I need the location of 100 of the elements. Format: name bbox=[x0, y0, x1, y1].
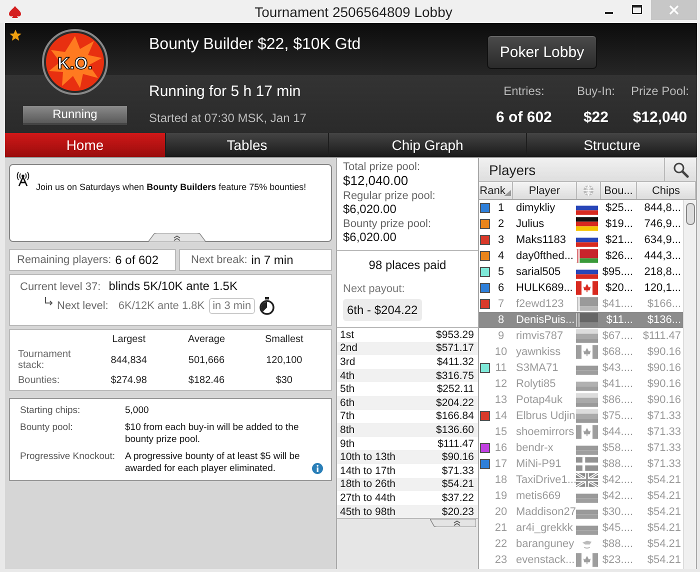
chips-cell-text: 444,3... bbox=[643, 250, 682, 262]
return-arrow-icon bbox=[44, 297, 54, 307]
flag-icon bbox=[576, 473, 598, 487]
detail-label: Progressive Knockout: bbox=[20, 451, 116, 464]
row-label: Tournament stack: bbox=[18, 349, 72, 371]
level-blinds: blinds 5K/10K ante 1.5K bbox=[108, 279, 238, 293]
tournament-title: Bounty Builder $22, $10K Gtd bbox=[148, 35, 362, 55]
place-cell: 2nd bbox=[340, 342, 358, 354]
column-header[interactable]: Player bbox=[513, 182, 577, 199]
place-cell: 5th bbox=[340, 383, 355, 396]
selected-row[interactable]: 8 DenisPuis... $11... $136... bbox=[479, 312, 683, 328]
player-name[interactable]: Julius bbox=[511, 218, 575, 230]
rank-cell-text: 15 bbox=[494, 426, 508, 438]
tab[interactable]: Chip Graph bbox=[329, 133, 526, 157]
rank-cell-text: 9 bbox=[496, 330, 506, 342]
rank-cell-text: 12 bbox=[494, 378, 508, 390]
player-name[interactable]: bendr-x bbox=[511, 442, 575, 454]
player-name[interactable]: Maddison27 bbox=[511, 506, 575, 518]
amount-cell: $571.17 bbox=[436, 342, 474, 354]
star-icon[interactable] bbox=[9, 29, 22, 42]
chips-cell-text: $54.21 bbox=[646, 538, 682, 550]
rank-cell-text: 16 bbox=[494, 442, 508, 454]
player-name[interactable]: S3MA71 bbox=[511, 362, 575, 374]
rank-cell-text: 19 bbox=[494, 490, 508, 502]
player-name[interactable]: day0fthed... bbox=[511, 250, 575, 262]
chips-cell-text: 120,1... bbox=[643, 282, 682, 294]
rank-cell-text: 18 bbox=[494, 474, 508, 486]
player-name[interactable]: DenisPuis... bbox=[511, 314, 575, 326]
scrollbar[interactable] bbox=[683, 200, 696, 569]
rank-cell-text: 4 bbox=[496, 250, 506, 262]
detail-label: Bounty pool: bbox=[20, 422, 74, 435]
collapse-tab[interactable] bbox=[430, 519, 476, 528]
scroll-thumb[interactable] bbox=[686, 203, 695, 225]
chips-cell-text: $90.16 bbox=[646, 378, 682, 390]
tab[interactable]: Tables bbox=[166, 133, 328, 157]
player-name[interactable]: rimvis787 bbox=[511, 330, 575, 342]
player-name[interactable]: Potap4uk bbox=[511, 394, 575, 406]
column-header[interactable]: Rank bbox=[479, 182, 513, 199]
chips-cell-text: $90.16 bbox=[646, 362, 682, 374]
column-header[interactable]: Bou... bbox=[601, 182, 637, 199]
place-cell: 4th bbox=[340, 370, 355, 382]
collapse-tab[interactable] bbox=[148, 233, 206, 242]
tab[interactable]: Structure bbox=[527, 133, 697, 157]
amount-cell: $111.47 bbox=[438, 438, 474, 450]
next-level-blinds: 6K/12K ante 1.8K bbox=[118, 300, 205, 312]
spade-icon bbox=[8, 4, 22, 18]
stat-label: Buy-In: bbox=[576, 84, 616, 98]
amount-cell: $90.16 bbox=[442, 451, 474, 464]
places-paid: 98 places paid bbox=[368, 258, 448, 272]
player-name[interactable]: MiNi-P91 bbox=[511, 458, 575, 470]
info-value: in 7 min bbox=[251, 253, 294, 267]
bounty-cell-text: $26... bbox=[604, 250, 634, 262]
place-cell: 1st bbox=[340, 328, 354, 341]
poker-lobby-button[interactable]: Poker Lobby bbox=[486, 35, 597, 69]
panel-title: Players bbox=[488, 161, 537, 180]
chips-cell-text: $71.33 bbox=[646, 426, 682, 438]
chips-cell-text: $54.21 bbox=[646, 554, 682, 566]
player-name[interactable]: HULK689... bbox=[511, 282, 575, 294]
status-label: Running bbox=[23, 106, 127, 125]
chips-cell-text: $111.47 bbox=[642, 330, 682, 342]
bounty-cell-text: $41.... bbox=[601, 298, 634, 310]
player-name[interactable]: sarial505 bbox=[511, 266, 575, 278]
stat-label: Entries: bbox=[502, 84, 546, 98]
place-cell: 7th bbox=[340, 410, 355, 422]
info-value: 6 of 602 bbox=[115, 253, 159, 267]
rank-cell-text: 22 bbox=[494, 538, 508, 550]
player-name[interactable]: Maks1183 bbox=[511, 234, 575, 246]
chips-cell-text: $71.33 bbox=[646, 442, 682, 454]
amount-cell: $953.29 bbox=[436, 328, 474, 341]
player-name[interactable]: TaxiDrive1... bbox=[511, 474, 575, 486]
chips-cell-text: 844,8... bbox=[643, 202, 682, 214]
info-icon[interactable] bbox=[312, 463, 323, 474]
detail-value: 5,000 bbox=[125, 405, 149, 417]
rank-cell-text: 6 bbox=[496, 282, 506, 294]
player-name[interactable]: Elbrus Udjin bbox=[511, 410, 575, 422]
player-name[interactable]: baranguney bbox=[511, 538, 575, 550]
chips-cell-text: $166... bbox=[646, 298, 682, 310]
column-header: Largest bbox=[111, 334, 146, 345]
pool-label: Total prize pool: bbox=[343, 161, 422, 173]
player-name[interactable]: f2ewd123 bbox=[511, 298, 575, 310]
player-name[interactable]: yawnkiss bbox=[511, 346, 575, 358]
detail-value: A progressive bounty of at least $5 will be awarded for each player eliminated. bbox=[125, 451, 301, 475]
amount-cell: $316.75 bbox=[436, 370, 474, 382]
player-name[interactable]: shoemirrors bbox=[511, 426, 575, 438]
player-name[interactable]: metis669 bbox=[511, 490, 575, 502]
tab[interactable]: Home bbox=[5, 133, 165, 157]
amount-cell: $252.11 bbox=[436, 383, 474, 396]
stat-value: 6 of 602 bbox=[495, 109, 553, 126]
level-label: Current level 37: bbox=[20, 281, 101, 293]
start-time: Started at 07:30 MSK, Jan 17 bbox=[149, 111, 308, 125]
player-name[interactable]: dimykliy bbox=[511, 202, 575, 214]
player-name[interactable]: evenstack... bbox=[511, 554, 575, 566]
player-name[interactable]: Rolyti85 bbox=[511, 378, 575, 390]
bounty-cell-text: $88.... bbox=[601, 538, 634, 550]
player-name[interactable]: ar4i_grekkk bbox=[511, 522, 575, 534]
chips-cell-text: $90.16 bbox=[646, 346, 682, 358]
bounty-cell-text: $25... bbox=[604, 202, 634, 214]
flag-icon bbox=[576, 425, 598, 439]
column-header[interactable]: Chips bbox=[637, 182, 696, 199]
rank-cell-text: 14 bbox=[494, 410, 508, 422]
